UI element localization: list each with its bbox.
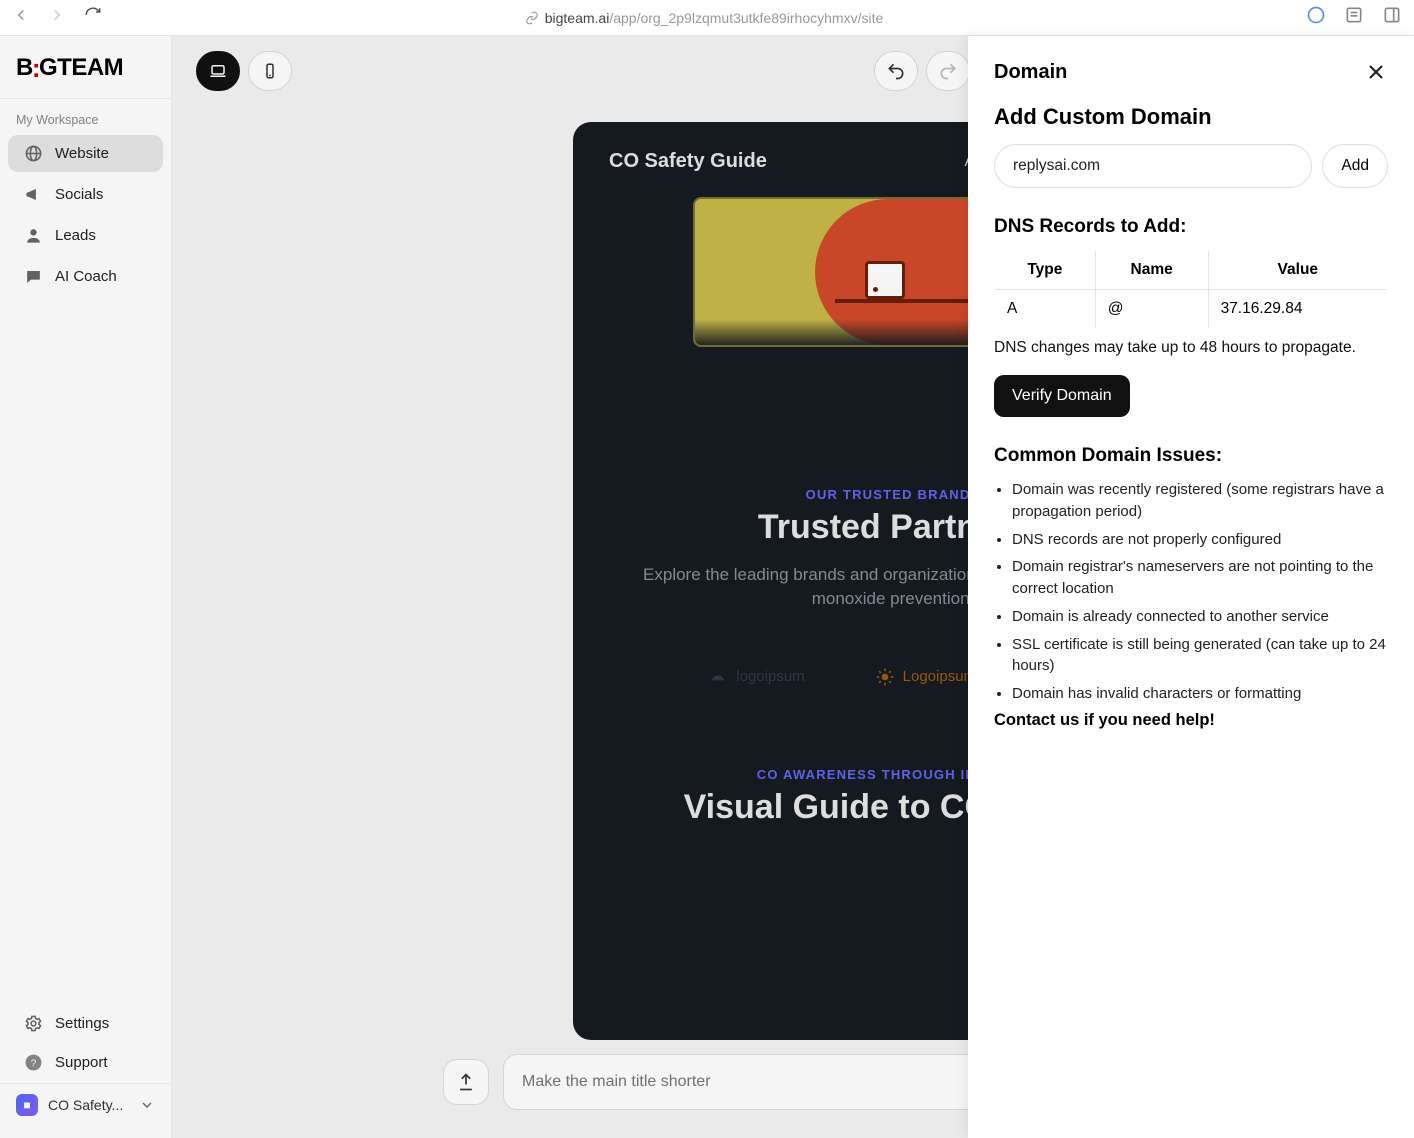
- undo-icon: [886, 61, 906, 81]
- app-logo: B : GTEAM: [0, 48, 171, 98]
- sun-icon: [875, 667, 895, 687]
- partner-logo-1: logoipsum: [708, 667, 804, 687]
- chat-icon: [24, 267, 43, 286]
- dns-th-type: Type: [995, 251, 1096, 290]
- list-item: DNS records are not properly configured: [1012, 529, 1388, 551]
- add-domain-heading: Add Custom Domain: [994, 104, 1388, 130]
- logo-mark-icon: [708, 667, 728, 687]
- device-mobile-button[interactable]: [248, 51, 292, 91]
- sidebar-item-settings[interactable]: Settings: [8, 1005, 163, 1042]
- list-item: Domain is already connected to another s…: [1012, 606, 1388, 628]
- issues-heading: Common Domain Issues:: [994, 445, 1388, 467]
- sidebar-item-aicoach[interactable]: AI Coach: [8, 258, 163, 295]
- dns-type: A: [995, 290, 1096, 329]
- upload-icon: [456, 1072, 476, 1092]
- domain-input[interactable]: [994, 144, 1312, 188]
- panels-icon[interactable]: [1382, 5, 1402, 30]
- phone-icon: [261, 62, 279, 80]
- site-title: CO Safety Guide: [609, 150, 767, 173]
- workspace-label: My Workspace: [0, 107, 171, 133]
- undo-button[interactable]: [874, 51, 918, 91]
- person-icon: [24, 226, 43, 245]
- partner-logo-2: Logoipsum: [875, 667, 976, 687]
- dns-value: 37.16.29.84: [1208, 290, 1387, 329]
- redo-button[interactable]: [926, 51, 970, 91]
- help-icon: ?: [24, 1053, 43, 1072]
- url-path: /app/org_2p9lzqmut3utkfe89irhocyhmxv/sit…: [609, 10, 883, 26]
- sidebar-item-label: Leads: [55, 227, 96, 244]
- project-avatar-icon: ■: [16, 1094, 38, 1116]
- redo-icon: [938, 61, 958, 81]
- laptop-icon: [209, 62, 227, 80]
- domain-panel: Domain Add Custom Domain Add DNS Records…: [968, 36, 1414, 1138]
- close-icon[interactable]: [1364, 60, 1388, 84]
- sidebar-item-label: Socials: [55, 186, 103, 203]
- reader-icon[interactable]: [1344, 5, 1364, 30]
- sidebar-item-label: AI Coach: [55, 268, 117, 285]
- browser-top-bar: bigteam.ai/app/org_2p9lzqmut3utkfe89irho…: [0, 0, 1414, 36]
- logo-text-a: B: [16, 54, 33, 82]
- chevron-down-icon: [139, 1097, 155, 1113]
- list-item: Domain has invalid characters or formatt…: [1012, 683, 1388, 705]
- refresh-icon[interactable]: [84, 6, 102, 29]
- gear-icon: [24, 1014, 43, 1033]
- partner-logo-label: logoipsum: [736, 668, 804, 685]
- add-domain-button[interactable]: Add: [1322, 144, 1388, 188]
- sidebar-item-support[interactable]: ? Support: [8, 1044, 163, 1081]
- list-item: Domain registrar's nameservers are not p…: [1012, 556, 1388, 600]
- megaphone-icon: [24, 185, 43, 204]
- dns-th-value: Value: [1208, 251, 1387, 290]
- logo-text-b: GTEAM: [39, 54, 123, 82]
- url-bar[interactable]: bigteam.ai/app/org_2p9lzqmut3utkfe89irho…: [102, 10, 1306, 26]
- sidebar-item-label: Website: [55, 145, 109, 162]
- list-item: SSL certificate is still being generated…: [1012, 634, 1388, 678]
- dns-name: @: [1095, 290, 1208, 329]
- dns-th-name: Name: [1095, 251, 1208, 290]
- project-name: CO Safety...: [48, 1097, 129, 1113]
- list-item: Domain was recently registered (some reg…: [1012, 479, 1388, 523]
- table-row: A @ 37.16.29.84: [995, 290, 1388, 329]
- support-label: Support: [55, 1054, 108, 1071]
- back-icon[interactable]: [12, 6, 30, 29]
- contact-note: Contact us if you need help!: [994, 711, 1388, 730]
- sidebar-item-leads[interactable]: Leads: [8, 217, 163, 254]
- issues-list: Domain was recently registered (some reg…: [1012, 479, 1388, 705]
- dns-note: DNS changes may take up to 48 hours to p…: [994, 339, 1388, 357]
- verify-domain-button[interactable]: Verify Domain: [994, 375, 1130, 417]
- device-desktop-button[interactable]: [196, 51, 240, 91]
- settings-label: Settings: [55, 1015, 109, 1032]
- svg-text:?: ?: [31, 1058, 37, 1069]
- sidebar: B : GTEAM My Workspace Website Socials L…: [0, 36, 172, 1138]
- upload-button[interactable]: [443, 1059, 489, 1105]
- project-switcher[interactable]: ■ CO Safety...: [0, 1083, 171, 1126]
- shield-icon[interactable]: [1306, 5, 1326, 30]
- sidebar-item-website[interactable]: Website: [8, 135, 163, 172]
- sidebar-item-socials[interactable]: Socials: [8, 176, 163, 213]
- globe-icon: [24, 144, 43, 163]
- partner-logo-label: Logoipsum: [903, 668, 976, 685]
- dns-heading: DNS Records to Add:: [994, 216, 1388, 238]
- dns-table: Type Name Value A @ 37.16.29.84: [994, 250, 1388, 329]
- forward-icon[interactable]: [48, 6, 66, 29]
- url-host: bigteam.ai: [545, 10, 610, 26]
- panel-title: Domain: [994, 61, 1067, 84]
